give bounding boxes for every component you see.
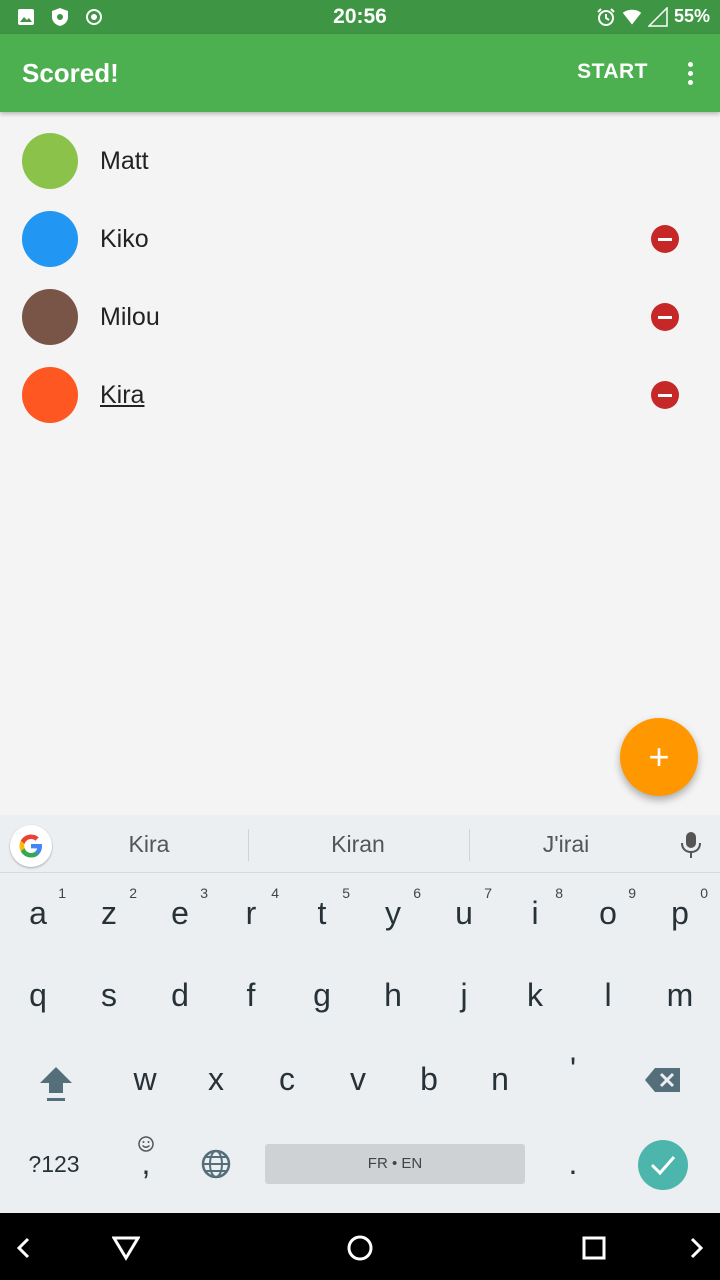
player-row: Kira [0,356,720,434]
player-name-field[interactable]: Milou [100,303,160,332]
keyboard-row-3: w x c v b n ' [0,1039,720,1121]
keyboard-row-1: a1 z2 e3 r4 t5 y6 u7 i8 o9 p0 [0,873,720,955]
key-g[interactable]: g [286,955,358,1037]
keyboard-row-2: q s d f g h j k l m [0,955,720,1037]
player-color-avatar[interactable] [22,289,78,345]
player-name-field[interactable]: Kiko [100,225,149,254]
battery-level: 55% [673,6,710,26]
comma-key[interactable]: , [110,1121,182,1203]
globe-icon[interactable] [180,1121,252,1203]
key-s[interactable]: s [73,955,145,1037]
backspace-key[interactable] [626,1039,698,1121]
player-color-avatar[interactable] [22,133,78,189]
space-bar[interactable]: FR • EN [265,1144,525,1184]
key-r[interactable]: r4 [215,873,287,955]
key-k[interactable]: k [499,955,571,1037]
key-b[interactable]: b [393,1039,465,1121]
key-q[interactable]: q [2,955,74,1037]
key-e[interactable]: e3 [144,873,216,955]
back-triangle-icon[interactable] [111,1233,141,1263]
key-j[interactable]: j [428,955,500,1037]
key-t[interactable]: t5 [286,873,358,955]
player-color-avatar[interactable] [22,211,78,267]
symbols-key[interactable]: ?123 [18,1121,90,1203]
wifi-icon [622,7,642,27]
key-f[interactable]: f [215,955,287,1037]
remove-player-icon[interactable] [651,303,679,331]
more-options-icon[interactable] [680,56,700,90]
player-color-avatar[interactable] [22,367,78,423]
suggestion-1[interactable]: Kira [49,831,249,858]
google-icon[interactable] [10,825,52,867]
key-u[interactable]: u7 [428,873,500,955]
remove-player-icon[interactable] [651,225,679,253]
add-player-button[interactable]: + [620,718,698,796]
key-d[interactable]: d [144,955,216,1037]
chevron-left-icon[interactable] [8,1233,38,1263]
app-bar: Scored! START [0,34,720,112]
chevron-right-icon[interactable] [682,1233,712,1263]
status-bar: 20:56 55% [0,0,720,34]
key-i[interactable]: i8 [499,873,571,955]
key-h[interactable]: h [357,955,429,1037]
player-row: Kiko [0,200,720,278]
suggestion-3[interactable]: J'irai [466,831,666,858]
key-apostrophe[interactable]: ' [537,1039,609,1121]
key-w[interactable]: w [109,1039,181,1121]
suggestion-strip: Kira Kiran J'irai [0,815,720,873]
key-n[interactable]: n [464,1039,536,1121]
home-circle-icon[interactable] [345,1233,375,1263]
microphone-icon[interactable] [680,831,702,864]
remove-player-icon[interactable] [651,381,679,409]
key-m[interactable]: m [644,955,716,1037]
key-l[interactable]: l [572,955,644,1037]
system-icons: 55% [596,6,710,27]
key-y[interactable]: y6 [357,873,429,955]
alarm-icon [596,7,616,27]
player-name-field[interactable]: Kira [100,381,144,410]
key-v[interactable]: v [322,1039,394,1121]
key-p[interactable]: p0 [644,873,716,955]
player-list: Matt Kiko Milou Kira [0,122,720,434]
recents-square-icon[interactable] [579,1233,609,1263]
shift-key[interactable] [20,1039,92,1121]
cell-signal-icon [647,6,668,27]
key-x[interactable]: x [180,1039,252,1121]
soft-keyboard: Kira Kiran J'irai a1 z2 e3 r4 t5 y6 u7 i… [0,815,720,1213]
suggestion-divider [248,829,249,861]
key-z[interactable]: z2 [73,873,145,955]
player-row: Milou [0,278,720,356]
app-title: Scored! [22,58,119,88]
player-name-field[interactable]: Matt [100,147,149,176]
key-o[interactable]: o9 [572,873,644,955]
enter-check-icon[interactable] [638,1140,688,1190]
key-a[interactable]: a1 [2,873,74,955]
navigation-bar [0,1213,720,1280]
key-c[interactable]: c [251,1039,323,1121]
player-row: Matt [0,122,720,200]
suggestion-2[interactable]: Kiran [258,831,458,858]
start-button[interactable]: START [577,60,648,84]
period-key[interactable]: . [537,1121,609,1203]
